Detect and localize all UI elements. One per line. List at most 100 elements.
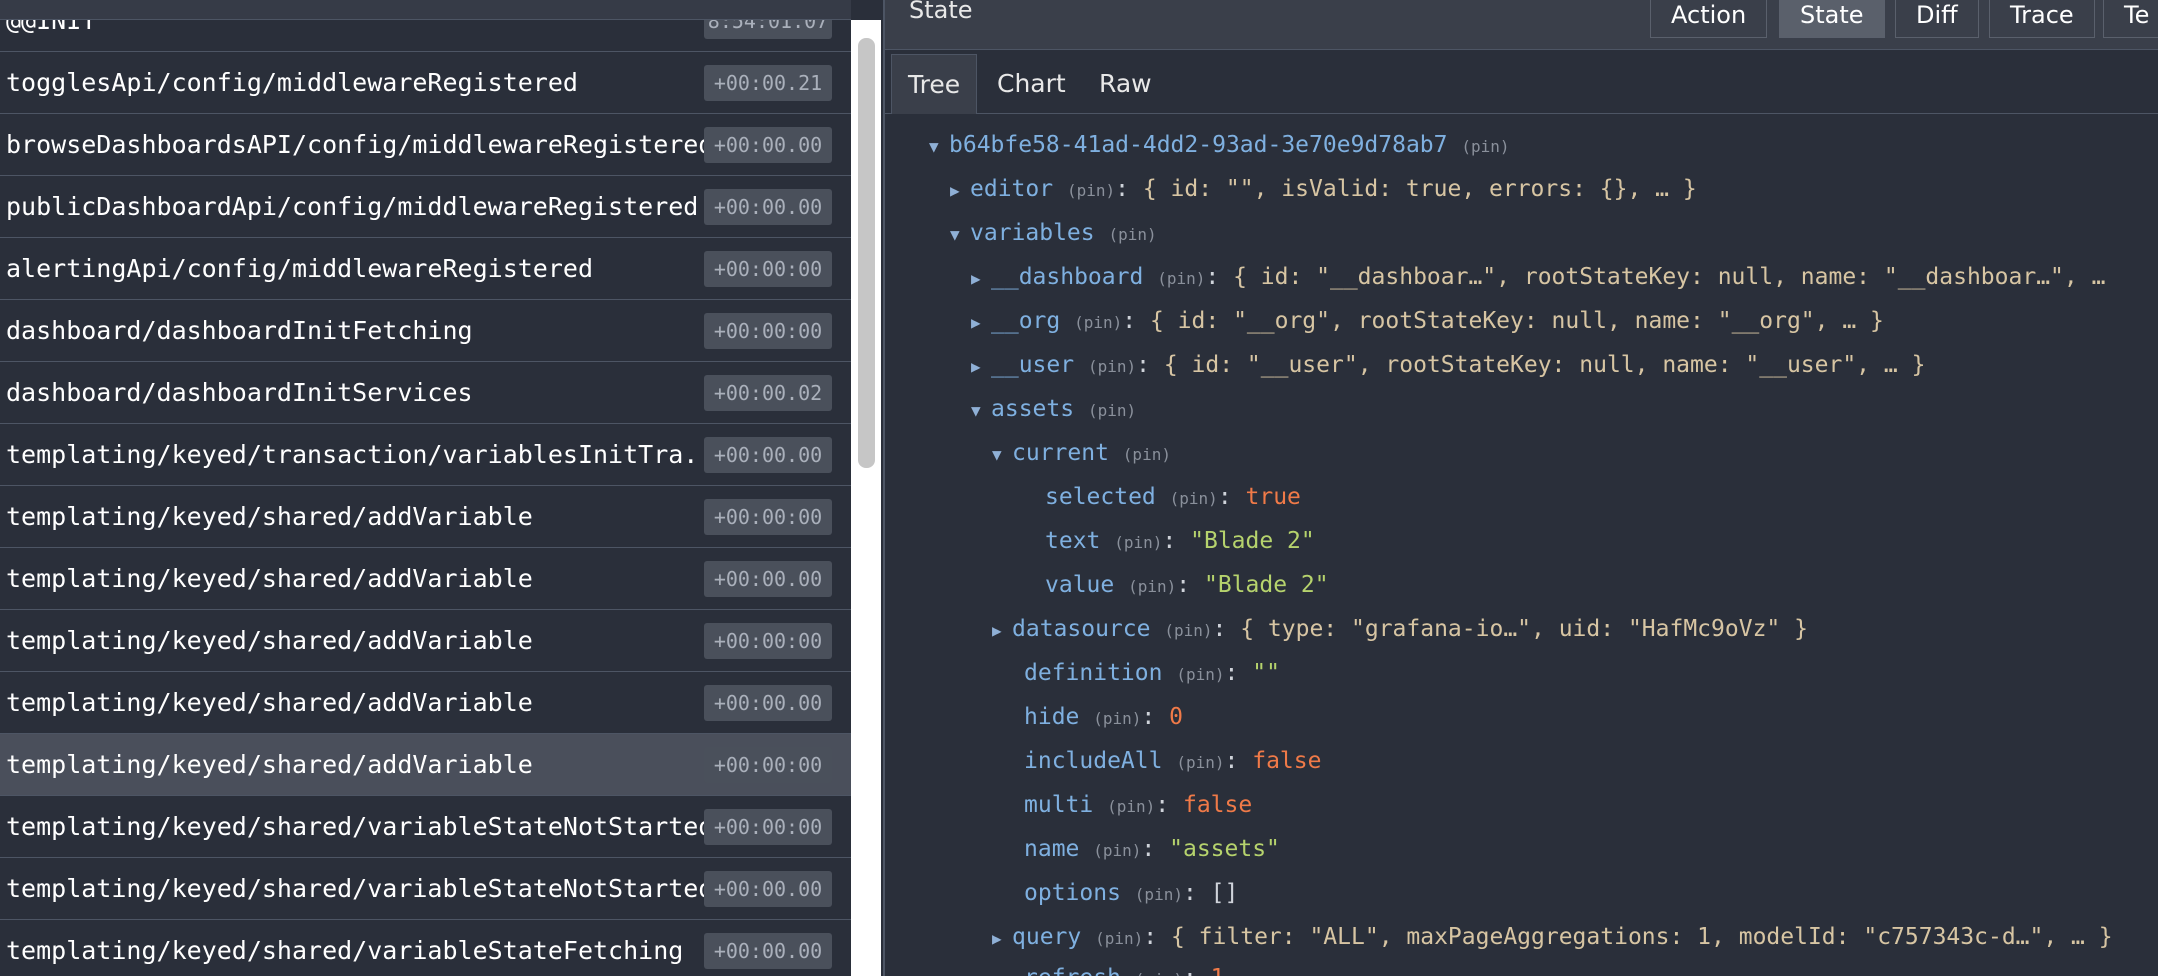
action-list-item[interactable]: templating/keyed/shared/variableStateNot… bbox=[0, 858, 851, 920]
action-name: templating/keyed/shared/addVariable bbox=[6, 688, 533, 717]
tab-chart[interactable]: Chart bbox=[981, 54, 1082, 114]
pin-button[interactable]: (pin) bbox=[1176, 753, 1224, 772]
action-list-item[interactable]: templating/keyed/shared/variableStateNot… bbox=[0, 796, 851, 858]
tree-leaf-text: text (pin): "Blade 2" bbox=[1045, 528, 1315, 554]
action-time-badge: +00:00.00 bbox=[704, 127, 832, 163]
view-tabs: Tree Chart Raw bbox=[885, 50, 2158, 114]
action-name: templating/keyed/shared/addVariable bbox=[6, 502, 533, 531]
tree-leaf-name: name (pin): "assets" bbox=[1024, 836, 1280, 862]
tree-node-user[interactable]: ▶ __user (pin): { id: "__user", rootState… bbox=[971, 349, 1925, 381]
pin-button[interactable]: (pin) bbox=[1135, 885, 1183, 904]
action-time-badge: +00:00.00 bbox=[704, 685, 832, 721]
pin-button[interactable]: (pin) bbox=[1088, 401, 1136, 420]
action-name: templating/keyed/shared/addVariable bbox=[6, 626, 533, 655]
tree-node-dashboard[interactable]: ▶ __dashboard (pin): { id: "__dashboar…",… bbox=[971, 261, 2105, 293]
action-list-item[interactable]: dashboard/dashboardInitFetching +00:00:00 bbox=[0, 300, 851, 362]
tree-node-editor[interactable]: ▶ editor (pin): { id: "", isValid: true, … bbox=[950, 173, 1697, 205]
action-time-badge: +00:00.00 bbox=[704, 561, 832, 597]
action-list-item[interactable]: browseDashboardsAPI/config/middlewareReg… bbox=[0, 114, 851, 176]
action-list-item[interactable]: dashboard/dashboardInitServices +00:00.02 bbox=[0, 362, 851, 424]
action-list-item[interactable]: templating/keyed/shared/addVariable +00:0… bbox=[0, 486, 851, 548]
pin-button[interactable]: (pin) bbox=[1067, 181, 1115, 200]
tab-trace[interactable]: Trace bbox=[1989, 0, 2095, 38]
action-name: templating/keyed/shared/variableStateFet… bbox=[6, 936, 684, 965]
pin-button[interactable]: (pin) bbox=[1108, 225, 1156, 244]
tree-leaf-value: value (pin): "Blade 2" bbox=[1045, 572, 1329, 598]
tree-node-root[interactable]: ▼ b64bfe58-41ad-4dd2-93ad-3e70e9d78ab7 (p… bbox=[929, 129, 1510, 161]
expanded-arrow-icon[interactable]: ▼ bbox=[992, 439, 1012, 471]
action-time-badge: +00:00:00 bbox=[704, 747, 832, 783]
pin-button[interactable]: (pin) bbox=[1176, 665, 1224, 684]
inspector-header: State Action State Diff Trace Te bbox=[885, 0, 2158, 50]
pin-button[interactable]: (pin) bbox=[1114, 533, 1162, 552]
pin-button[interactable]: (pin) bbox=[1095, 929, 1143, 948]
tab-action[interactable]: Action bbox=[1650, 0, 1768, 38]
expanded-arrow-icon[interactable]: ▼ bbox=[950, 219, 970, 251]
collapsed-arrow-icon[interactable]: ▶ bbox=[950, 175, 970, 207]
tree-node-datasource[interactable]: ▶ datasource (pin): { type: "grafana-io…"… bbox=[992, 613, 1808, 645]
action-list-item[interactable]: templating/keyed/transaction/variablesIn… bbox=[0, 424, 851, 486]
tree-node-current[interactable]: ▼ current (pin) bbox=[992, 437, 1171, 469]
action-list-item[interactable]: templating/keyed/shared/variableStateFet… bbox=[0, 920, 851, 976]
action-list-item[interactable]: publicDashboardApi/config/middlewareRegi… bbox=[0, 176, 851, 238]
collapsed-arrow-icon[interactable]: ▶ bbox=[992, 923, 1012, 955]
action-list-item[interactable]: templating/keyed/shared/addVariable +00:0… bbox=[0, 548, 851, 610]
tab-tree[interactable]: Tree bbox=[891, 54, 978, 114]
action-time-badge: +00:00:00 bbox=[704, 313, 832, 349]
pin-button[interactable]: (pin) bbox=[1107, 797, 1155, 816]
pin-button[interactable]: (pin) bbox=[1088, 357, 1136, 376]
action-list-item[interactable]: togglesApi/config/middlewareRegistered +0… bbox=[0, 52, 851, 114]
tab-raw[interactable]: Raw bbox=[1083, 54, 1168, 114]
tree-node-assets[interactable]: ▼ assets (pin) bbox=[971, 393, 1136, 425]
pin-button[interactable]: (pin) bbox=[1128, 577, 1176, 596]
tree-node-query[interactable]: ▶ query (pin): { filter: "ALL", maxPageAg… bbox=[992, 921, 2113, 953]
action-name: templating/keyed/shared/variableStateNot… bbox=[6, 874, 714, 903]
pin-button[interactable]: (pin) bbox=[1157, 269, 1205, 288]
action-time-badge: +00:00:00 bbox=[704, 251, 832, 287]
tree-leaf-options: options (pin): [] bbox=[1024, 880, 1239, 906]
pin-button[interactable]: (pin) bbox=[1123, 445, 1171, 464]
pin-button[interactable]: (pin) bbox=[1093, 709, 1141, 728]
expanded-arrow-icon[interactable]: ▼ bbox=[929, 131, 949, 163]
action-list-item[interactable]: templating/keyed/shared/addVariable +00:0… bbox=[0, 610, 851, 672]
tree-leaf-includeAll: includeAll (pin): false bbox=[1024, 748, 1322, 774]
tree-node-org[interactable]: ▶ __org (pin): { id: "__org", rootStateKe… bbox=[971, 305, 1884, 337]
action-name: publicDashboardApi/config/middlewareRegi… bbox=[6, 192, 699, 221]
inspector-title: State bbox=[909, 0, 973, 24]
action-name: templating/keyed/transaction/variablesIn… bbox=[6, 440, 729, 469]
collapsed-arrow-icon[interactable]: ▶ bbox=[971, 263, 991, 295]
collapsed-arrow-icon[interactable]: ▶ bbox=[992, 615, 1012, 647]
action-filter-strip[interactable] bbox=[0, 0, 851, 20]
collapsed-arrow-icon[interactable]: ▶ bbox=[971, 351, 991, 383]
expanded-arrow-icon[interactable]: ▼ bbox=[971, 395, 991, 427]
collapsed-arrow-icon[interactable]: ▶ bbox=[971, 307, 991, 339]
action-name: alertingApi/config/middlewareRegistered bbox=[6, 254, 593, 283]
action-name: browseDashboardsAPI/config/middlewareReg… bbox=[6, 130, 714, 159]
tab-test[interactable]: Te bbox=[2103, 0, 2158, 38]
action-list-item[interactable]: templating/keyed/shared/addVariable +00:0… bbox=[0, 734, 851, 796]
tree-leaf-selected: selected (pin): true bbox=[1045, 484, 1301, 510]
action-name: dashboard/dashboardInitServices bbox=[6, 378, 473, 407]
action-list-scrollbar-thumb[interactable] bbox=[858, 38, 875, 468]
action-name: templating/keyed/shared/addVariable bbox=[6, 564, 533, 593]
tree-node-variables[interactable]: ▼ variables (pin) bbox=[950, 217, 1157, 249]
tree-leaf-multi: multi (pin): false bbox=[1024, 792, 1253, 818]
action-list-item[interactable]: alertingApi/config/middlewareRegistered +… bbox=[0, 238, 851, 300]
pin-button[interactable]: (pin) bbox=[1074, 313, 1122, 332]
pin-button[interactable]: (pin) bbox=[1093, 841, 1141, 860]
tree-leaf-definition: definition (pin): "" bbox=[1024, 660, 1280, 686]
action-name: templating/keyed/shared/variableStateNot… bbox=[6, 812, 714, 841]
action-time-badge: +00:00:00 bbox=[704, 623, 832, 659]
tab-diff[interactable]: Diff bbox=[1895, 0, 1979, 38]
action-time-badge: +00:00:00 bbox=[704, 809, 832, 845]
action-time-badge: +00:00.02 bbox=[704, 375, 832, 411]
action-time-badge: +00:00.00 bbox=[704, 933, 832, 969]
tab-state[interactable]: State bbox=[1779, 0, 1885, 38]
pin-button[interactable]: (pin) bbox=[1135, 970, 1183, 976]
pin-button[interactable]: (pin) bbox=[1170, 489, 1218, 508]
action-name: togglesApi/config/middlewareRegistered bbox=[6, 68, 578, 97]
pin-button[interactable]: (pin) bbox=[1164, 621, 1212, 640]
action-time-badge: +00:00.00 bbox=[704, 437, 832, 473]
action-list-item[interactable]: templating/keyed/shared/addVariable +00:0… bbox=[0, 672, 851, 734]
pin-button[interactable]: (pin) bbox=[1461, 137, 1509, 156]
